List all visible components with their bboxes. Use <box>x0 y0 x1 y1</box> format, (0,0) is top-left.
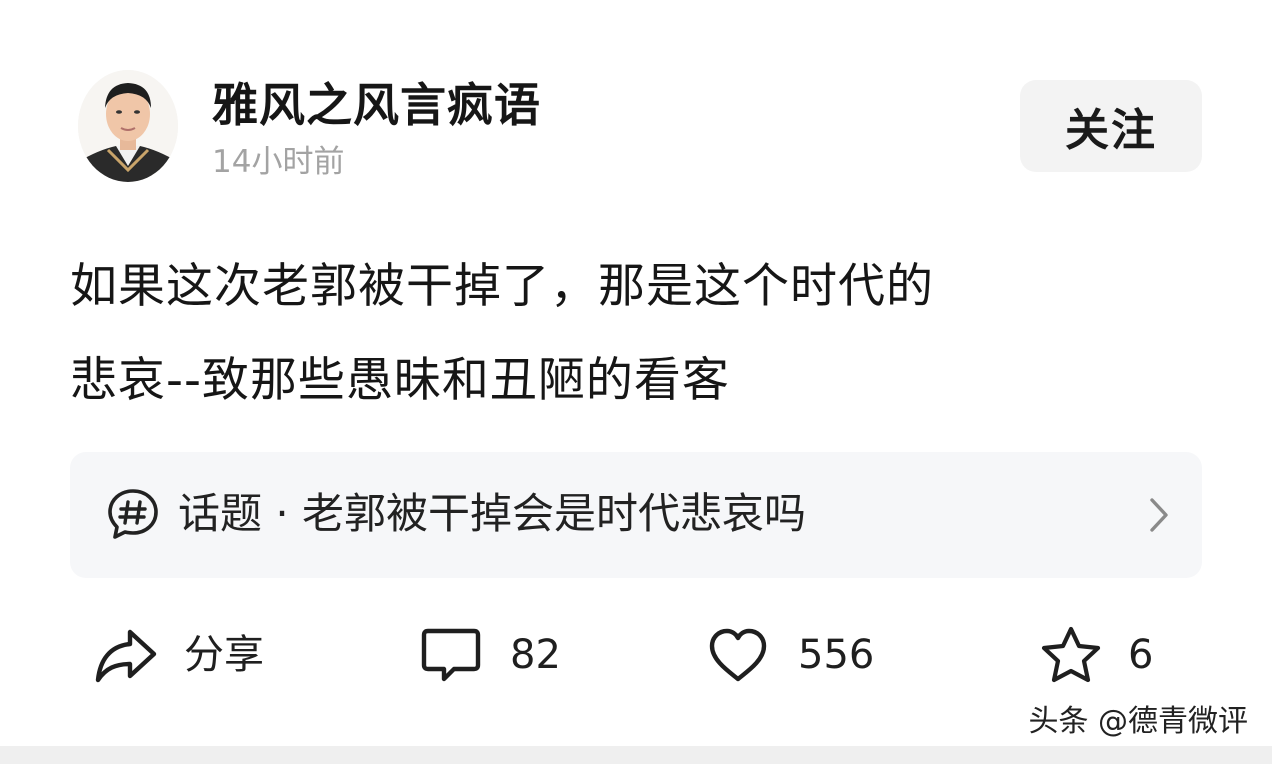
avatar[interactable] <box>78 70 178 182</box>
chevron-right-icon <box>1150 498 1168 532</box>
share-button[interactable]: 分享 <box>94 620 264 690</box>
bottom-divider <box>0 746 1272 764</box>
favorite-count: 6 <box>1128 632 1154 678</box>
comment-button[interactable]: 82 <box>420 620 561 690</box>
like-count: 556 <box>798 632 875 678</box>
topic-label: 话题 · 老郭被干掉会是时代悲哀吗 <box>178 489 807 538</box>
post-text-line-1: 如果这次老郭被干掉了，那是这个时代的 <box>70 259 934 314</box>
comment-icon <box>421 628 481 682</box>
follow-button[interactable]: 关注 <box>1020 80 1202 172</box>
post-text[interactable]: 如果这次老郭被干掉了，那是这个时代的 悲哀--致那些愚昧和丑陋的看客 <box>70 240 1190 428</box>
share-icon <box>95 629 157 683</box>
post-card: 雅风之风言疯语 14小时前 关注 如果这次老郭被干掉了，那是这个时代的 悲哀--… <box>0 0 1272 764</box>
topic-link[interactable]: 话题 · 老郭被干掉会是时代悲哀吗 <box>70 452 1202 578</box>
hashtag-icon <box>108 489 158 539</box>
favorite-button[interactable]: 6 <box>1040 620 1153 690</box>
avatar-portrait <box>78 70 178 182</box>
share-label: 分享 <box>184 632 264 678</box>
post-time: 14小时前 <box>212 144 345 180</box>
favorite-icon <box>1041 626 1101 683</box>
post-text-line-2: 悲哀--致那些愚昧和丑陋的看客 <box>70 353 730 408</box>
author-name[interactable]: 雅风之风言疯语 <box>212 76 541 134</box>
like-icon <box>709 628 767 682</box>
comment-count: 82 <box>510 632 561 678</box>
watermark: 头条 @德青微评 <box>1028 704 1248 739</box>
like-button[interactable]: 556 <box>708 620 874 690</box>
